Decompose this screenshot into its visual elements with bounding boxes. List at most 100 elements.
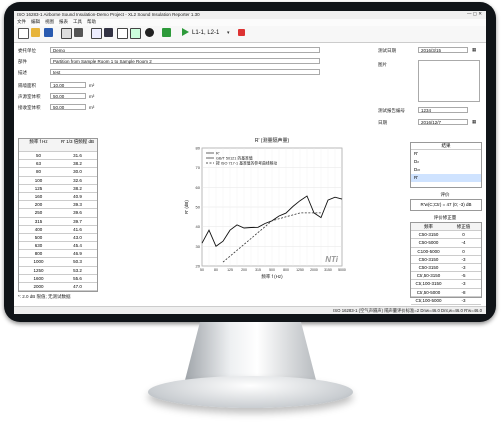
value-cell: 32.6 bbox=[73, 177, 82, 183]
receive-volume-unit: m³ bbox=[89, 105, 95, 110]
frequency-cell: 80 bbox=[35, 169, 41, 175]
menu-item[interactable]: 编辑 bbox=[31, 19, 40, 25]
area-field[interactable]: 10.00 bbox=[50, 82, 86, 88]
x-tick-label: 500 bbox=[269, 268, 275, 272]
image-box[interactable] bbox=[418, 60, 480, 102]
table-row[interactable]: 800 46.9 bbox=[19, 250, 97, 259]
x-tick-label: 2000 bbox=[310, 268, 318, 272]
frequency-cell: 2000 bbox=[33, 284, 44, 289]
image-label: 图片 bbox=[378, 62, 387, 67]
term-cell: C50-3150 bbox=[418, 232, 439, 238]
table-row[interactable]: 500 43.0 bbox=[19, 234, 97, 243]
menu-item[interactable]: 视图 bbox=[45, 19, 54, 25]
result-item[interactable]: Dₙₜ bbox=[411, 166, 481, 174]
frequency-cell: 50 bbox=[35, 153, 41, 158]
table-row[interactable]: 250 39.6 bbox=[19, 209, 97, 218]
table-row[interactable]: 125 38.2 bbox=[19, 185, 97, 193]
correction-cell: -3 bbox=[461, 264, 466, 270]
y-tick-label: 80 bbox=[196, 146, 201, 151]
report-no-field[interactable]: 1234 bbox=[418, 107, 468, 113]
table-row[interactable]: 2000 47.0 bbox=[19, 283, 97, 291]
table-row[interactable]: 1600 55.6 bbox=[19, 275, 97, 283]
stop-icon[interactable] bbox=[238, 29, 245, 36]
arrow-icon[interactable] bbox=[162, 28, 171, 37]
export-icon[interactable] bbox=[61, 28, 72, 39]
col-header-value: R' 1/3 倍频程 dB bbox=[60, 139, 95, 144]
source-volume-unit: m³ bbox=[89, 94, 95, 99]
bar-chart-icon[interactable] bbox=[104, 28, 113, 37]
print-icon[interactable] bbox=[74, 28, 83, 37]
y-tick-label: 50 bbox=[196, 205, 201, 210]
table-row: Ctr,50-3150 -5 bbox=[411, 272, 481, 281]
legend-entry: R' bbox=[216, 152, 220, 156]
y-tick-label: 70 bbox=[196, 165, 201, 170]
report-icon[interactable] bbox=[130, 28, 141, 39]
table-row[interactable]: 250044.6 bbox=[19, 291, 97, 292]
org-label: 委托单位 bbox=[18, 48, 36, 53]
adaptation-head: 评价修正量 bbox=[433, 215, 457, 220]
frequency-cell: 1250 bbox=[33, 267, 44, 273]
table-row[interactable]: 1250 53.2 bbox=[19, 267, 97, 275]
table-row[interactable]: 80 30.0 bbox=[19, 168, 97, 177]
frequency-cell: 400 bbox=[34, 226, 43, 232]
table-row[interactable]: 50 31.6 bbox=[19, 152, 97, 161]
table-row[interactable]: 63 38.2 bbox=[19, 160, 97, 169]
x-tick-label: 800 bbox=[283, 268, 289, 272]
report-date-field[interactable]: 2016/12/7 bbox=[418, 119, 468, 125]
table-row[interactable]: 1000 50.3 bbox=[19, 258, 97, 267]
calendar-icon[interactable]: ▦ bbox=[472, 119, 476, 125]
test-date-field[interactable]: 2016/3/15 bbox=[418, 47, 468, 53]
play-icon[interactable] bbox=[182, 28, 189, 36]
term-cell: C50-3150 bbox=[418, 264, 439, 270]
y-tick-label: 60 bbox=[196, 185, 201, 190]
correction-cell: -3 bbox=[461, 256, 466, 262]
window-controls-icon[interactable]: — ▢ ✕ bbox=[467, 11, 482, 17]
note-field[interactable]: test bbox=[50, 69, 320, 75]
result-item[interactable]: Dₙ bbox=[411, 158, 481, 166]
table-row: Ctr,100-3150 -3 bbox=[411, 280, 481, 289]
table-row: C100-5000 0 bbox=[411, 248, 481, 256]
table-row[interactable]: 100 32.6 bbox=[19, 177, 97, 185]
chart-svg: 2030405060708050 80 125 200 315 500 800 1250 200… bbox=[184, 137, 346, 280]
table-icon[interactable] bbox=[117, 28, 128, 39]
org-field[interactable]: Demo bbox=[50, 47, 320, 53]
measurement-pair-select[interactable]: L1-1, L2-1 bbox=[192, 30, 219, 36]
table-row[interactable]: 630 45.4 bbox=[19, 242, 97, 251]
gear-icon[interactable] bbox=[145, 28, 154, 37]
menu-item[interactable]: 工具 bbox=[73, 19, 82, 25]
calendar-icon[interactable]: ▦ bbox=[472, 47, 476, 53]
table-row[interactable]: 315 39.7 bbox=[19, 218, 97, 226]
menu-item[interactable]: 报表 bbox=[59, 19, 68, 25]
result-list[interactable]: 结果 R' Dₙ Dₙₜ R' bbox=[410, 142, 482, 188]
adaptation-table: 频率 修正值 C50-3150 0 C50-5000 -4 C100-5000 0 C50-… bbox=[410, 222, 482, 305]
menu-item[interactable]: 文件 bbox=[17, 19, 26, 25]
part-field[interactable]: Partition from Sample Room 1 to Sample R… bbox=[50, 58, 320, 64]
result-item[interactable]: R' bbox=[411, 174, 481, 182]
value-cell: 31.6 bbox=[73, 153, 82, 158]
value-cell: 44.6 bbox=[58, 291, 97, 292]
result-item[interactable]: R' bbox=[411, 150, 481, 158]
term-cell: C100-5000 bbox=[417, 248, 440, 254]
table-row[interactable]: 160 40.9 bbox=[19, 193, 97, 202]
col-header-frequency: 频率 f Hz bbox=[29, 139, 48, 144]
import-icon[interactable] bbox=[91, 28, 102, 39]
table-row[interactable]: 400 41.6 bbox=[19, 226, 97, 234]
receive-volume-field[interactable]: 50.00 bbox=[50, 104, 86, 110]
table-row: C50-3150 -3 bbox=[411, 256, 481, 264]
open-folder-icon[interactable] bbox=[31, 28, 40, 37]
chevron-down-icon[interactable]: ▾ bbox=[227, 30, 230, 36]
toolbar: L1-1, L2-1 ▾ bbox=[14, 26, 486, 43]
new-file-icon[interactable] bbox=[18, 28, 29, 39]
value-cell: 46.9 bbox=[73, 251, 82, 257]
value-cell: 50.3 bbox=[73, 259, 82, 265]
frequency-cell: 250 bbox=[34, 210, 43, 216]
frequency-cell: 63 bbox=[35, 161, 41, 167]
save-icon[interactable] bbox=[44, 28, 53, 37]
correction-cell: -3 bbox=[461, 281, 466, 287]
source-volume-field[interactable]: 50.00 bbox=[50, 93, 86, 99]
menu-item[interactable]: 帮助 bbox=[87, 19, 96, 25]
app-window: ISO 16283-1 Airborne Sound Insulation-De… bbox=[14, 11, 486, 314]
table-row[interactable]: 200 39.3 bbox=[19, 201, 97, 210]
y-tick-label: 40 bbox=[196, 224, 201, 229]
watermark-logo: NTi bbox=[325, 255, 339, 264]
